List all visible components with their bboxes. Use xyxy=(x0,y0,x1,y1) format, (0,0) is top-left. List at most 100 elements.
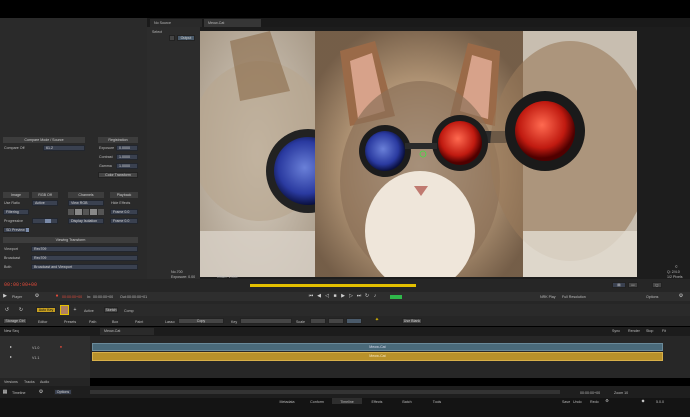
key-field[interactable] xyxy=(240,318,292,324)
highlight-icon[interactable]: ✦ xyxy=(374,317,380,323)
footer-tab-metadata[interactable]: Metadata xyxy=(272,398,302,404)
active-label[interactable]: Active xyxy=(84,309,94,313)
stop-icon[interactable]: ■ xyxy=(332,293,338,299)
record-icon[interactable]: ● xyxy=(54,293,60,299)
path-tool[interactable]: Path xyxy=(89,320,96,324)
active-field[interactable]: Active xyxy=(32,200,58,206)
save-button[interactable]: Save xyxy=(562,400,570,404)
progressive-toggle[interactable] xyxy=(32,218,58,224)
resolution-dropdown[interactable]: Full Resolution xyxy=(562,295,586,299)
step-forward-icon[interactable]: ▷ xyxy=(348,293,354,299)
playback-progress-bar[interactable] xyxy=(250,284,416,287)
footer-tab-batch[interactable]: Batch xyxy=(392,398,422,404)
display-isolation-field[interactable]: Display Isolation xyxy=(68,218,104,224)
gamma-field[interactable]: 1.0000 xyxy=(116,163,138,169)
footer-tab-tools[interactable]: Tools xyxy=(422,398,452,404)
audio-tab[interactable]: Audio xyxy=(40,380,49,384)
broadcast-field[interactable]: Rec709 xyxy=(31,255,138,261)
select-dropdown[interactable] xyxy=(169,35,175,41)
scale-field-1[interactable] xyxy=(310,318,326,324)
out-label: Out: xyxy=(120,295,127,299)
auto-key-button[interactable]: Auto Key xyxy=(36,307,56,313)
storage-ctrl-button[interactable]: Storage Ctrl xyxy=(3,318,27,324)
frame-field-1[interactable]: Frame 0.0 xyxy=(110,209,138,215)
lasso-tool[interactable]: Lasso xyxy=(165,320,175,324)
audio-icon[interactable]: ♪ xyxy=(372,293,378,299)
scale-field-2[interactable] xyxy=(328,318,344,324)
contrast-field[interactable]: 1.0000 xyxy=(116,154,138,160)
go-start-icon[interactable]: ⏮ xyxy=(308,293,314,299)
track-2-lock-icon[interactable]: ▸ xyxy=(8,354,14,360)
presets-tab[interactable]: Presets xyxy=(64,320,76,324)
compare-field[interactable]: 61.2 xyxy=(43,145,85,151)
filter-swatches[interactable] xyxy=(68,209,105,215)
transport-gear-icon[interactable]: ⚙ xyxy=(678,293,684,299)
settings-icon[interactable]: ⚙ xyxy=(604,398,610,404)
go-end-icon[interactable]: ⏭ xyxy=(356,293,362,299)
footer-tab-timeline[interactable]: Timeline xyxy=(332,398,362,404)
timeline-timecode[interactable]: 00:00:00+00 xyxy=(580,391,600,395)
step-back-icon[interactable]: ◀ xyxy=(316,293,322,299)
timeline-scroll[interactable] xyxy=(90,390,560,394)
viewer-mode-button[interactable]: ▤ xyxy=(612,282,626,288)
frame-field-2[interactable]: Frame 0.0 xyxy=(110,218,138,224)
scale-field-3[interactable] xyxy=(346,318,362,324)
transport-options[interactable]: Options xyxy=(646,295,658,299)
viewer-layout-button[interactable]: ▭ xyxy=(628,282,638,288)
view-rgb-field[interactable]: View RGB xyxy=(68,200,104,206)
filtering-field[interactable]: Filtering xyxy=(3,209,29,215)
undo-button[interactable]: Undo xyxy=(573,400,582,404)
undo-icon[interactable]: ↺ xyxy=(4,307,10,313)
viewer-full-button[interactable]: ◻ xyxy=(652,282,662,288)
viewer-canvas[interactable] xyxy=(200,31,637,277)
gear-icon[interactable]: ⚙ xyxy=(34,293,40,299)
output-button[interactable]: Output xyxy=(177,35,195,41)
bell-icon[interactable]: ◆ xyxy=(640,398,646,404)
zoom-label[interactable]: Zoom 10 xyxy=(614,391,628,395)
use-blank-button[interactable]: Use Blank xyxy=(402,318,422,324)
color-transform-button[interactable]: Color Transform xyxy=(98,172,138,178)
footer-tab-conform[interactable]: Conform xyxy=(302,398,332,404)
timeline-gear-icon[interactable]: ⚙ xyxy=(38,389,44,395)
viewer-tab-meow-cat[interactable]: Meow-Cat xyxy=(204,19,261,27)
use-ratio-label: Use Ratio xyxy=(4,201,20,205)
box-tool[interactable]: Box xyxy=(112,320,118,324)
fit-label[interactable]: Fit xyxy=(662,329,666,333)
comp-label[interactable]: Comp xyxy=(124,309,134,313)
play-reverse-icon[interactable]: ◁ xyxy=(324,293,330,299)
footer-tab-effects[interactable]: Effects xyxy=(362,398,392,404)
copy-tool[interactable]: Copy xyxy=(178,318,224,324)
tracks-tab[interactable]: Tracks xyxy=(24,380,35,384)
toolbar-row-2 xyxy=(0,317,690,326)
in-point-value[interactable]: 00:00:00+00 xyxy=(62,295,82,299)
out-field[interactable]: 00:00:00+01 xyxy=(127,295,147,299)
track-1-lock-icon[interactable]: ▸ xyxy=(8,344,14,350)
stop-render-label[interactable]: Stop xyxy=(646,329,653,333)
cat-image xyxy=(200,31,637,277)
timeline-options-button[interactable]: Options xyxy=(54,389,72,395)
versions-tab[interactable]: Versions xyxy=(4,380,18,384)
thumbnail[interactable] xyxy=(60,305,69,315)
editor-tab[interactable]: Editor xyxy=(38,320,47,324)
sync-label[interactable]: Sync xyxy=(612,329,620,333)
clip-track-2[interactable]: Meow-Cat xyxy=(92,352,663,361)
redo-icon[interactable]: ↻ xyxy=(18,307,24,313)
viewer-tab-no-source[interactable]: No Source xyxy=(150,19,202,27)
loop-icon[interactable]: ↻ xyxy=(364,293,370,299)
render-label[interactable]: Render xyxy=(628,329,640,333)
timeline-tab[interactable]: Meow-Cat xyxy=(100,328,154,335)
new-seq-label[interactable]: New Seq xyxy=(4,329,19,333)
scale-tool[interactable]: Scale xyxy=(296,320,305,324)
redo-button[interactable]: Redo xyxy=(590,400,599,404)
viewport-field[interactable]: Rec709 xyxy=(31,246,138,252)
both-field[interactable]: Broadcast and Viewport xyxy=(31,264,138,270)
clip-track-1[interactable]: Meow-Cat xyxy=(92,343,663,351)
play-icon[interactable]: ▶ xyxy=(340,293,346,299)
sketch-button[interactable]: Sketch xyxy=(104,307,118,313)
in-field[interactable]: 00:00:00+00 xyxy=(93,295,113,299)
track-1-record-icon[interactable]: ● xyxy=(58,344,64,350)
paint-tool[interactable]: Paint xyxy=(135,320,143,324)
add-icon[interactable]: + xyxy=(72,307,78,313)
key-tool[interactable]: Key xyxy=(231,320,237,324)
exposure-field[interactable]: 0.0000 xyxy=(116,145,138,151)
